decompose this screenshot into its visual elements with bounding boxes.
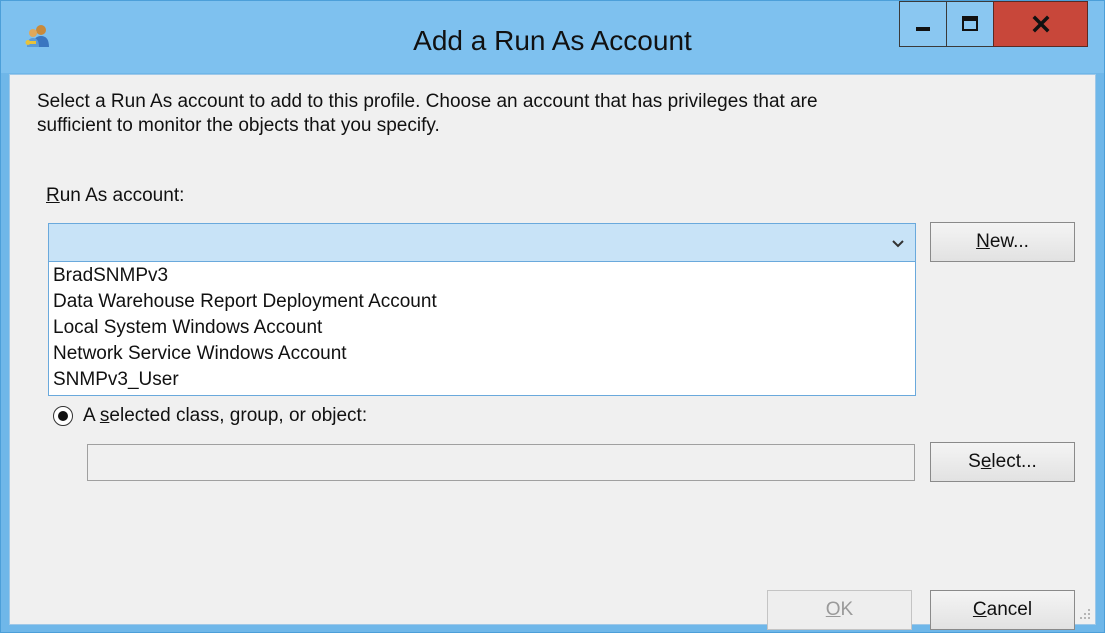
ok-button[interactable]: OK [767,590,912,630]
run-as-account-dropdown-list[interactable]: BradSNMPv3 Data Warehouse Report Deploym… [48,262,916,396]
dropdown-option[interactable]: Data Warehouse Report Deployment Account [53,289,911,314]
minimize-icon [916,27,930,31]
resize-grip-icon[interactable] [1077,606,1091,620]
close-button[interactable] [993,1,1088,47]
cancel-button[interactable]: Cancel [930,590,1075,630]
radio-label-mnemonic: s [99,405,110,426]
title-bar[interactable]: Add a Run As Account [1,1,1104,73]
dropdown-option[interactable]: BradSNMPv3 [53,263,911,288]
new-mnemonic: N [976,231,990,252]
select-label-prefix: S [968,451,981,472]
maximize-button[interactable] [946,1,994,47]
minimize-button[interactable] [899,1,947,47]
radio-label-text: elected class, group, or object: [109,405,368,426]
maximize-icon [962,16,978,31]
ok-label: K [840,599,854,620]
run-as-account-label: Run As account: [46,185,184,207]
run-as-mnemonic: R [46,185,60,206]
dropdown-option[interactable]: Network Service Windows Account [53,341,911,366]
selected-object-radio[interactable] [53,406,73,426]
ok-mnemonic: O [825,599,841,620]
new-label: ew... [989,231,1029,252]
select-label: lect... [991,451,1037,472]
dialog-body: Select a Run As account to add to this p… [9,74,1096,630]
dropdown-option[interactable]: SNMPv3_User [53,367,911,392]
dialog-window: Add a Run As Account Select a Run As acc… [0,0,1105,633]
dropdown-option[interactable]: Local System Windows Account [53,315,911,340]
radio-label-prefix: A [83,405,100,426]
select-mnemonic: e [980,451,992,472]
cancel-label: ancel [986,599,1033,620]
run-as-label-text: un As account: [59,185,185,206]
new-button[interactable]: New... [930,222,1075,262]
selected-object-field[interactable] [87,444,915,481]
run-as-account-combobox[interactable] [48,223,916,262]
instructions-line-2: sufficient to monitor the objects that y… [37,115,440,136]
instructions-line-1: Select a Run As account to add to this p… [37,91,818,112]
radio-selected-dot [58,411,68,421]
close-icon [1032,15,1049,33]
chevron-down-icon[interactable] [889,234,907,252]
cancel-mnemonic: C [972,599,987,620]
select-button[interactable]: Se lect... [930,442,1075,482]
selected-object-label[interactable]: A selected class, group, or object: [83,405,367,427]
instructions-text: Select a Run As account to add to this p… [37,90,1037,138]
